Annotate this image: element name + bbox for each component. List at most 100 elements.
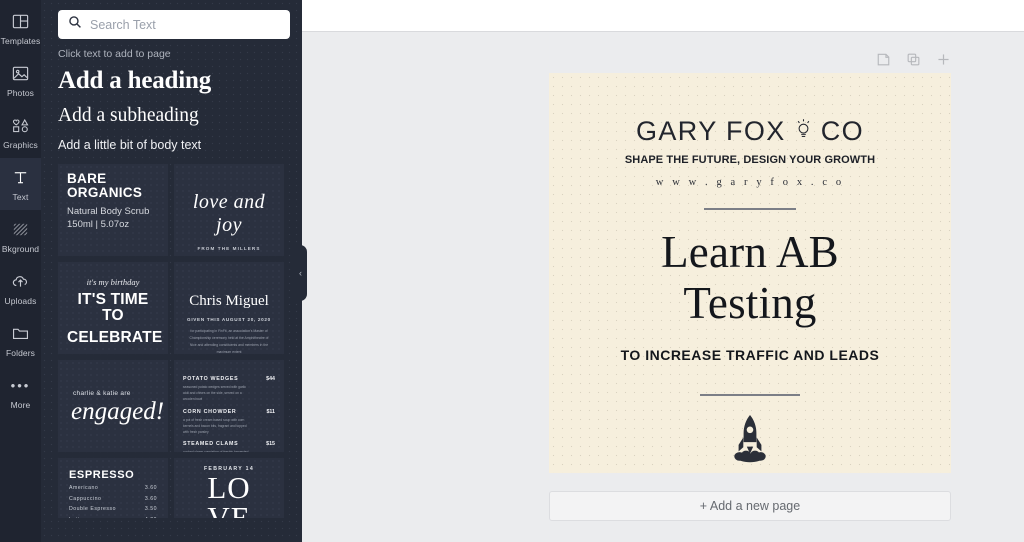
rocket-icon bbox=[727, 413, 773, 468]
search-icon bbox=[68, 15, 82, 34]
canva-editor-window: Templates Photos Graphics Text Bkground … bbox=[0, 0, 1024, 542]
brand-left-text: GARY FOX bbox=[635, 116, 786, 146]
sidebar-item-graphics[interactable]: Graphics bbox=[0, 106, 41, 158]
template-card[interactable]: BARE ORGANICS Natural Body Scrub 150ml |… bbox=[58, 163, 168, 256]
sidebar-item-more[interactable]: ••• More bbox=[0, 366, 41, 418]
sidebar-item-folders[interactable]: Folders bbox=[0, 314, 41, 366]
more-dots-icon: ••• bbox=[10, 377, 31, 393]
menu-item-name: Latte bbox=[69, 517, 83, 518]
menu-item-price: $11 bbox=[266, 408, 275, 415]
subheadline: TO INCREASE TRAFFIC AND LEADS bbox=[620, 346, 880, 363]
background-icon bbox=[11, 219, 30, 241]
graphics-icon bbox=[11, 115, 30, 137]
headline-line1: Learn AB bbox=[661, 227, 839, 277]
divider-top bbox=[704, 208, 796, 210]
template-big-line2: VE bbox=[183, 503, 275, 518]
brand-tagline: SHAPE THE FUTURE, DESIGN YOUR GROWTH bbox=[624, 154, 876, 166]
menu-row: STEAMED CLAMS $15 cooked clams consistin… bbox=[183, 441, 275, 452]
sidebar-label: Uploads bbox=[4, 295, 37, 306]
menu-row: CORN CHOWDER $11 a pot of fresh cream ba… bbox=[183, 409, 275, 436]
uploads-icon bbox=[11, 271, 30, 293]
sidebar-label: Text bbox=[12, 191, 29, 202]
template-title: ESPRESSO bbox=[69, 468, 135, 481]
panel-collapse-handle[interactable]: ‹ bbox=[294, 245, 307, 301]
menu-item-name: STEAMED CLAMS bbox=[183, 441, 239, 448]
template-main-line1: IT'S TIME TO bbox=[77, 290, 149, 325]
sidebar-label: Templates bbox=[0, 35, 41, 46]
sidebar-label: Folders bbox=[5, 347, 36, 358]
search-box[interactable] bbox=[58, 10, 290, 39]
lightbulb-icon bbox=[793, 118, 814, 143]
menu-item-price: 3.60 bbox=[144, 495, 157, 502]
template-script: love and joy bbox=[192, 190, 266, 236]
template-grid: BARE ORGANICS Natural Body Scrub 150ml |… bbox=[41, 156, 285, 518]
template-card[interactable]: FEBRUARY 14 LO VE bbox=[174, 457, 284, 518]
sidebar-label: Graphics bbox=[3, 139, 38, 150]
template-card[interactable]: ESPRESSO Americano 3.60 Cappuccino 3.60 … bbox=[58, 457, 168, 518]
design-canvas[interactable]: GARY FOX & CO SHAPE THE FUTURE, DESIGN Y… bbox=[549, 73, 951, 473]
menu-row: Americano 3.60 bbox=[69, 485, 157, 491]
templates-icon bbox=[11, 11, 30, 33]
template-card[interactable]: charlie & katie are engaged! bbox=[58, 359, 168, 452]
chevron-left-icon: ‹ bbox=[299, 268, 302, 278]
sidebar-item-templates[interactable]: Templates bbox=[0, 2, 41, 54]
photos-icon bbox=[11, 63, 30, 85]
menu-item-price: 3.50 bbox=[144, 506, 157, 513]
brand-website: w w w . g a r y f o x . c o bbox=[655, 177, 845, 188]
template-card[interactable]: POTATO WEDGES $44 seasoned potato wedges… bbox=[174, 359, 284, 452]
menu-item-price: 4.20 bbox=[145, 517, 157, 518]
sidebar-label: Bkground bbox=[1, 243, 40, 254]
template-card[interactable]: Chris Miguel GIVEN THIS AUGUST 20, 2020 … bbox=[174, 261, 284, 354]
menu-item-price: $15 bbox=[266, 441, 275, 448]
brand-right-text: CO bbox=[820, 116, 865, 146]
menu-item-desc: seasoned potato wedges served with garli… bbox=[183, 384, 247, 402]
menu-item-desc: cooked clams consisting of freshly harve… bbox=[183, 449, 249, 452]
text-panel: Click text to add to page Add a heading … bbox=[41, 0, 302, 542]
menu-row: Cappuccino 3.60 bbox=[69, 496, 157, 502]
text-icon bbox=[11, 167, 30, 189]
sidebar-item-text[interactable]: Text bbox=[0, 158, 41, 210]
menu-row: Double Espresso 3.50 bbox=[69, 506, 157, 512]
sidebar-label: Photos bbox=[6, 87, 35, 98]
top-bar bbox=[302, 0, 1024, 31]
notes-icon[interactable] bbox=[875, 51, 892, 68]
menu-item-name: Americano bbox=[69, 485, 99, 492]
template-big-line1: LO bbox=[207, 469, 251, 505]
headline-line2: Testing bbox=[683, 277, 817, 328]
template-card[interactable]: love and joy FROM THE MILLERS bbox=[174, 163, 284, 256]
template-pre: charlie & katie are bbox=[73, 389, 131, 397]
menu-item-price: $44 bbox=[266, 375, 275, 382]
panel-hint: Click text to add to page bbox=[58, 48, 171, 60]
search-input[interactable] bbox=[90, 17, 280, 32]
template-title-line1: BARE bbox=[67, 170, 107, 186]
template-sub: FROM THE MILLERS bbox=[197, 245, 261, 251]
folders-icon bbox=[11, 323, 30, 345]
template-paragraph: for participating in FinFit, an associat… bbox=[189, 328, 269, 354]
template-main-line2: CELEBRATE bbox=[67, 328, 163, 346]
divider-bottom bbox=[700, 393, 800, 396]
template-card[interactable]: it's my birthday IT'S TIME TO CELEBRATE … bbox=[58, 261, 168, 354]
menu-item-name: Double Espresso bbox=[69, 506, 117, 513]
add-subheading-option[interactable]: Add a subheading bbox=[41, 96, 302, 128]
menu-item-name: CORN CHOWDER bbox=[183, 408, 237, 415]
add-new-page-button[interactable]: + Add a new page bbox=[549, 491, 951, 521]
headline: Learn AB Testing bbox=[661, 227, 839, 329]
add-page-icon[interactable] bbox=[935, 51, 952, 68]
menu-item-name: POTATO WEDGES bbox=[183, 375, 239, 382]
duplicate-page-icon[interactable] bbox=[905, 51, 922, 68]
sidebar-item-photos[interactable]: Photos bbox=[0, 54, 41, 106]
menu-item-price: 3.60 bbox=[144, 485, 157, 492]
menu-item-name: Cappuccino bbox=[69, 495, 102, 502]
left-icon-rail: Templates Photos Graphics Text Bkground … bbox=[0, 0, 41, 542]
template-title-line2: ORGANICS bbox=[67, 185, 143, 201]
template-sub: GIVEN THIS AUGUST 20, 2020 bbox=[187, 316, 271, 322]
menu-item-desc: a pot of fresh cream based soup with cor… bbox=[183, 417, 247, 435]
sidebar-item-background[interactable]: Bkground bbox=[0, 210, 41, 262]
menu-row: Latte 4.20 bbox=[69, 517, 157, 518]
add-body-text-option[interactable]: Add a little bit of body text bbox=[41, 128, 302, 156]
brand-title: GARY FOX & CO bbox=[636, 116, 864, 147]
template-title: Chris Miguel bbox=[189, 292, 269, 309]
add-heading-option[interactable]: Add a heading bbox=[41, 64, 302, 96]
sidebar-item-uploads[interactable]: Uploads bbox=[0, 262, 41, 314]
page-tools bbox=[875, 51, 952, 68]
